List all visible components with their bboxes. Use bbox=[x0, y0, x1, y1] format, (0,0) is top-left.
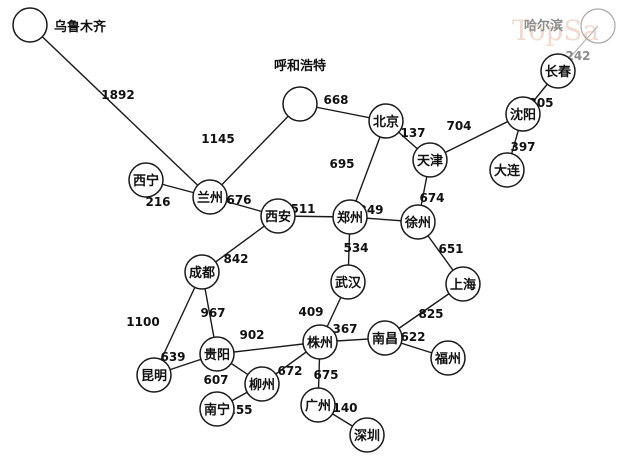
edge-label-beijing-tianjin: 137 bbox=[400, 126, 425, 140]
edge-label-guiyang-zhuzhou: 902 bbox=[239, 328, 264, 342]
nodes-layer: 乌鲁木齐呼和浩特 哈尔滨长春沈阳大连 北京天津西宁兰州西安 郑州 徐州成都武汉 上海昆明 贵… bbox=[12, 7, 616, 453]
edge-lanzhou-huhehaote bbox=[209, 103, 301, 198]
node-xian: 西安 bbox=[260, 198, 296, 234]
node-nanchang: 南昌 bbox=[367, 320, 403, 356]
node-label-shanghai: 上海 bbox=[450, 277, 476, 293]
edge-label-xian-chengdu: 842 bbox=[223, 252, 248, 266]
node-huhehaote: 呼和浩特 bbox=[274, 58, 326, 122]
edge-label-zhuzhou-liuzhou: 672 bbox=[277, 364, 302, 378]
node-guangzhou: 广州 bbox=[300, 387, 336, 423]
edge-label-guangzhou-shenzhen: 140 bbox=[332, 401, 357, 415]
edge-label-nanchang-shanghai: 825 bbox=[418, 307, 443, 321]
node-guiyang: 贵阳 bbox=[199, 336, 235, 372]
node-label-kunming: 昆明 bbox=[141, 368, 167, 384]
node-label-dalian: 大连 bbox=[494, 163, 521, 179]
edge-label-guiyang-liuzhou: 607 bbox=[203, 373, 228, 387]
edge-label-lanzhou-xian: 676 bbox=[226, 193, 251, 207]
node-fuzhou: 福州 bbox=[430, 340, 466, 376]
node-label-chengdu: 成都 bbox=[189, 265, 215, 281]
node-label-zhengzhou: 郑州 bbox=[337, 210, 363, 226]
node-label-xuzhou: 徐州 bbox=[404, 215, 431, 231]
node-xuzhou: 徐州 bbox=[400, 204, 436, 240]
edge-label-zhengzhou-beijing: 695 bbox=[329, 157, 354, 171]
graph-canvas: TopSa 18922161145668676511695137 70430539… bbox=[12, 7, 616, 453]
node-label-liuzhou: 柳州 bbox=[249, 377, 275, 393]
edge-label-huhehaote-beijing: 668 bbox=[323, 93, 348, 107]
edge-label-wulumuqi-lanzhou: 1892 bbox=[101, 88, 134, 102]
node-label-xining: 西宁 bbox=[133, 173, 159, 189]
node-label-nanchang: 南昌 bbox=[372, 331, 398, 347]
edge-label-zhuzhou-guangzhou: 675 bbox=[313, 368, 338, 382]
node-label-changchun: 长春 bbox=[545, 64, 572, 80]
node-changchun: 长春 bbox=[540, 53, 576, 89]
node-lanzhou: 兰州 bbox=[192, 179, 228, 215]
node-label-nanning: 南宁 bbox=[204, 402, 230, 418]
edge-label-zhengzhou-wuhan: 534 bbox=[343, 241, 368, 255]
node-zhengzhou: 郑州 bbox=[332, 199, 368, 235]
edge-label-wuhan-zhuzhou: 409 bbox=[298, 305, 323, 319]
node-label-wulumuqi: 乌鲁木齐 bbox=[54, 19, 107, 35]
node-circle-wulumuqi bbox=[12, 7, 48, 43]
edge-label-nanchang-fuzhou: 622 bbox=[400, 330, 425, 344]
edge-label-xuzhou-shanghai: 651 bbox=[438, 242, 463, 256]
node-label-beijing: 北京 bbox=[373, 114, 399, 130]
edge-label-chengdu-guiyang: 967 bbox=[200, 306, 225, 320]
node-shenyang: 沈阳 bbox=[505, 96, 541, 132]
node-label-tianjin: 天津 bbox=[417, 153, 443, 169]
node-shenzhen: 深圳 bbox=[349, 417, 385, 453]
node-label-huhehaote: 呼和浩特 bbox=[274, 58, 326, 74]
node-liuzhou: 柳州 bbox=[244, 366, 280, 402]
node-zhuzhou: 株州 bbox=[302, 324, 338, 360]
node-label-zhuzhou: 株州 bbox=[307, 335, 333, 351]
node-beijing: 北京 bbox=[368, 103, 404, 139]
node-tianjin: 天津 bbox=[412, 142, 448, 178]
node-label-guiyang: 贵阳 bbox=[204, 347, 230, 363]
node-label-haerbin: 哈尔滨 bbox=[524, 18, 563, 34]
node-wuhan: 武汉 bbox=[330, 264, 366, 300]
railway-network-diagram: TopSa 1892 216 1145 668 676 511 695 137 704 305 39… bbox=[0, 0, 625, 457]
node-label-lanzhou: 兰州 bbox=[197, 190, 223, 206]
node-chengdu: 成都 bbox=[184, 254, 220, 290]
node-circle-huhehaote bbox=[282, 86, 318, 122]
node-label-xian: 西安 bbox=[265, 209, 291, 225]
edge-label-shenyang-dalian: 397 bbox=[510, 140, 535, 154]
node-label-shenyang: 沈阳 bbox=[510, 107, 536, 123]
node-label-wuhan: 武汉 bbox=[335, 275, 362, 291]
edge-label-tianjin-xuzhou: 674 bbox=[419, 191, 444, 205]
node-label-shenzhen: 深圳 bbox=[354, 428, 380, 444]
edge-wulumuqi-lanzhou bbox=[29, 24, 211, 198]
node-label-guangzhou: 广州 bbox=[305, 398, 331, 414]
node-wulumuqi: 乌鲁木齐 bbox=[12, 7, 107, 43]
node-label-fuzhou: 福州 bbox=[434, 351, 461, 367]
node-nanning: 南宁 bbox=[199, 391, 235, 427]
edge-label-tianjin-shenyang: 704 bbox=[446, 119, 471, 133]
node-kunming: 昆明 bbox=[136, 357, 172, 393]
node-dalian: 大连 bbox=[489, 152, 525, 188]
node-shanghai: 上海 bbox=[445, 266, 481, 302]
edge-label-zhuzhou-nanchang: 367 bbox=[332, 322, 357, 336]
edge-label-lanzhou-huhehaote: 1145 bbox=[201, 132, 234, 146]
edge-label-chengdu-kunming: 1100 bbox=[126, 315, 159, 329]
node-xining: 西宁 bbox=[128, 162, 164, 198]
